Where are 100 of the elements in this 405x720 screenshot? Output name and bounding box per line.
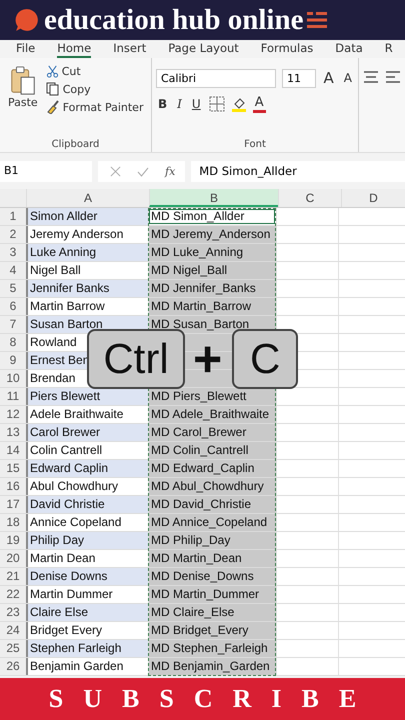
grow-font-button[interactable]: A bbox=[322, 68, 336, 88]
format-button[interactable]: I bbox=[175, 96, 184, 112]
font-color-button[interactable]: A bbox=[252, 94, 266, 113]
table-cell: MD Bridget_Every bbox=[148, 622, 276, 639]
group-label: Clipboard bbox=[50, 139, 100, 150]
table-cell: MD Benjamin_Garden bbox=[148, 658, 276, 675]
borders-icon[interactable] bbox=[208, 96, 225, 112]
ribbon-tab[interactable]: File bbox=[16, 40, 36, 58]
cancel-icon[interactable] bbox=[110, 166, 121, 177]
font-family-field[interactable]: Calibri bbox=[156, 68, 276, 88]
ribbon-tab[interactable]: Data bbox=[335, 40, 363, 58]
table-cell: MD Martin_Barrow bbox=[148, 298, 276, 315]
keyboard-key: Ctrl bbox=[87, 329, 185, 389]
fill-color-icon[interactable] bbox=[230, 96, 247, 112]
column-header[interactable]: C bbox=[278, 189, 341, 207]
row-number[interactable]: 3 bbox=[0, 244, 26, 261]
table-cell: Simon Allder bbox=[26, 208, 148, 225]
row-number[interactable]: 11 bbox=[0, 388, 26, 405]
table-cell: Luke Anning bbox=[26, 244, 148, 261]
table-cell: MD Piers_Blewett bbox=[148, 388, 276, 405]
row-number[interactable]: 19 bbox=[0, 532, 26, 549]
row-number[interactable]: 1 bbox=[0, 208, 26, 225]
channel-title: education hub online bbox=[44, 4, 304, 36]
row-number[interactable]: 22 bbox=[0, 586, 26, 603]
table-cell: MD Luke_Anning bbox=[148, 244, 276, 261]
ribbon-tab[interactable]: Insert bbox=[113, 40, 146, 58]
table-cell: MD David_Christie bbox=[148, 496, 276, 513]
row-number[interactable]: 20 bbox=[0, 550, 26, 567]
row-number[interactable]: 24 bbox=[0, 622, 26, 639]
table-cell: MD Claire_Else bbox=[148, 604, 276, 621]
column-header[interactable]: B bbox=[149, 189, 278, 207]
table-cell: Edward Caplin bbox=[26, 460, 148, 477]
table-cell: MD Edward_Caplin bbox=[148, 460, 276, 477]
table-cell: Piers Blewett bbox=[26, 388, 148, 405]
table-cell: Philip Day bbox=[26, 532, 148, 549]
row-number[interactable]: 10 bbox=[0, 370, 26, 387]
ribbon-tab[interactable]: R bbox=[384, 40, 393, 58]
row-number[interactable]: 4 bbox=[0, 262, 26, 279]
row-number[interactable]: 14 bbox=[0, 442, 26, 459]
table-cell: Jennifer Banks bbox=[26, 280, 148, 297]
plus-sign: + bbox=[193, 334, 222, 384]
row-number[interactable]: 16 bbox=[0, 478, 26, 495]
table-cell: MD Denise_Downs bbox=[148, 568, 276, 585]
speech-bubble-icon bbox=[14, 7, 40, 33]
paste-button[interactable]: Paste bbox=[4, 64, 42, 139]
subscribe-banner[interactable]: SUBSCRIBE bbox=[0, 678, 405, 720]
format-button[interactable]: U bbox=[190, 96, 203, 112]
table-cell: MD Martin_Dean bbox=[148, 550, 276, 567]
table-cell: MD Philip_Day bbox=[148, 532, 276, 549]
row-number[interactable]: 7 bbox=[0, 316, 26, 333]
row-number[interactable]: 18 bbox=[0, 514, 26, 531]
clipboard-icon bbox=[8, 66, 37, 96]
copy-icon bbox=[46, 82, 60, 96]
table-cell: MD Adele_Braithwaite bbox=[148, 406, 276, 423]
copy-button[interactable]: Copy bbox=[44, 81, 146, 97]
row-number[interactable]: 5 bbox=[0, 280, 26, 297]
table-cell: MD Colin_Cantrell bbox=[148, 442, 276, 459]
table-cell: Claire Else bbox=[26, 604, 148, 621]
ribbon-tab[interactable]: Page Layout bbox=[168, 40, 239, 58]
formula-field[interactable]: MD Simon_Allder bbox=[191, 161, 405, 182]
table-cell: MD Stephen_Farleigh bbox=[148, 640, 276, 657]
table-cell: MD Annice_Copeland bbox=[148, 514, 276, 531]
table-cell: MD Jennifer_Banks bbox=[148, 280, 276, 297]
cut-button[interactable]: Cut bbox=[44, 64, 146, 79]
keyboard-key: C bbox=[232, 329, 298, 389]
menu-icon[interactable] bbox=[307, 11, 328, 29]
table-cell: Denise Downs bbox=[26, 568, 148, 585]
table-cell: MD Abul_Chowdhury bbox=[148, 478, 276, 495]
row-number[interactable]: 26 bbox=[0, 658, 26, 675]
table-cell: MD Martin_Dummer bbox=[148, 586, 276, 603]
row-number[interactable]: 6 bbox=[0, 298, 26, 315]
table-cell: MD Carol_Brewer bbox=[148, 424, 276, 441]
insert-function-button[interactable]: fx bbox=[165, 165, 176, 178]
format-button[interactable]: B bbox=[156, 96, 170, 112]
group-label: Font bbox=[243, 139, 267, 150]
table-cell: MD Jeremy_Anderson bbox=[148, 226, 276, 243]
row-number[interactable]: 23 bbox=[0, 604, 26, 621]
row-number[interactable]: 13 bbox=[0, 424, 26, 441]
table-cell: MD Nigel_Ball bbox=[148, 262, 276, 279]
row-number[interactable]: 15 bbox=[0, 460, 26, 477]
row-number[interactable]: 12 bbox=[0, 406, 26, 423]
row-number[interactable]: 21 bbox=[0, 568, 26, 585]
row-number[interactable]: 9 bbox=[0, 352, 26, 369]
table-cell: Stephen Farleigh bbox=[26, 640, 148, 657]
table-cell: MD Simon_Allder bbox=[148, 208, 276, 225]
table-cell: Carol Brewer bbox=[26, 424, 148, 441]
align-left-icon[interactable] bbox=[385, 70, 401, 84]
ribbon-tab[interactable]: Formulas bbox=[260, 40, 314, 58]
format-painter-button[interactable]: Format Painter bbox=[44, 99, 146, 115]
name-box[interactable]: B1 bbox=[0, 161, 92, 182]
row-number[interactable]: 8 bbox=[0, 334, 26, 351]
row-number[interactable]: 17 bbox=[0, 496, 26, 513]
font-size-field[interactable]: 11 bbox=[282, 68, 316, 88]
check-icon[interactable] bbox=[137, 166, 149, 178]
table-cell: David Christie bbox=[26, 496, 148, 513]
scissors-icon bbox=[46, 65, 59, 78]
row-number[interactable]: 25 bbox=[0, 640, 26, 657]
shrink-font-button[interactable]: A bbox=[342, 70, 354, 86]
row-number[interactable]: 2 bbox=[0, 226, 26, 243]
column-header[interactable]: D bbox=[341, 189, 405, 207]
